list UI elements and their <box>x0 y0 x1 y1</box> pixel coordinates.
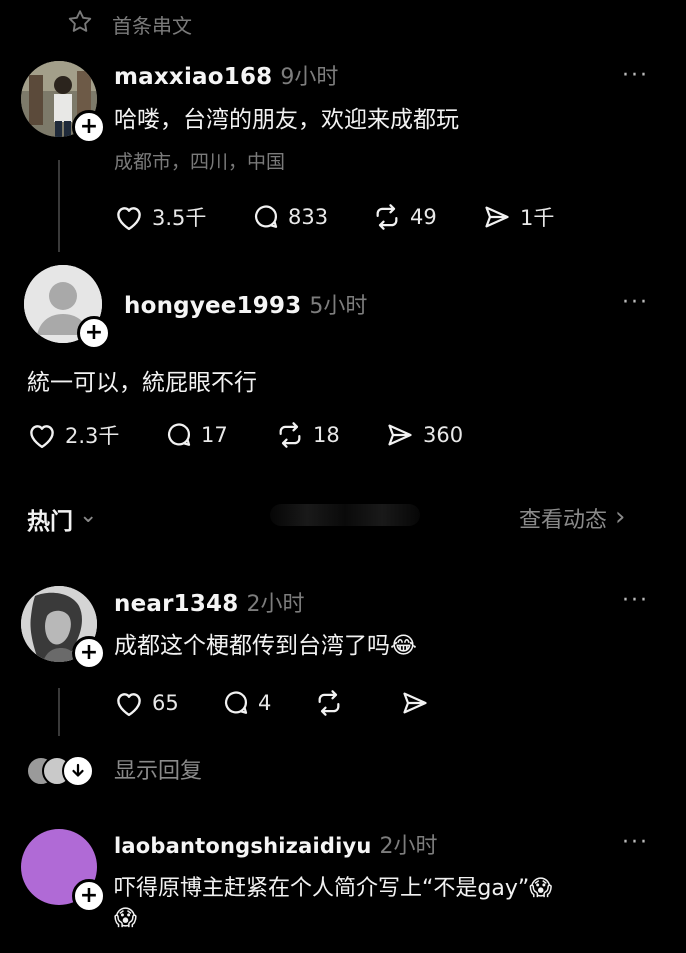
follow-plus-button[interactable]: + <box>72 110 106 144</box>
view-activity-label: 查看动态 <box>519 508 608 533</box>
more-options-button[interactable]: ··· <box>622 63 649 88</box>
follow-plus-button[interactable]: + <box>72 636 106 670</box>
follow-plus-button[interactable]: + <box>77 316 111 350</box>
repost-button[interactable]: 49 <box>372 202 482 232</box>
share-count: 1千 <box>520 206 555 230</box>
view-activity-link[interactable]: 查看动态 › <box>519 502 625 534</box>
like-count: 65 <box>152 691 179 715</box>
more-options-button[interactable]: ··· <box>622 830 649 855</box>
username[interactable]: hongyee1993 <box>124 293 301 319</box>
repost-icon <box>318 690 340 716</box>
sort-dropdown[interactable]: 热门 ⌄ <box>27 502 97 536</box>
location-text[interactable]: 成都市，四川，中国 <box>114 147 285 174</box>
send-icon <box>403 692 427 714</box>
comment-count: 4 <box>258 691 272 715</box>
show-replies-button[interactable]: 显示回复 <box>26 753 203 787</box>
repost-button[interactable] <box>314 689 400 717</box>
post-header: laobantongshizaidiyu 2小时 <box>114 828 438 860</box>
like-count: 2.3千 <box>65 424 120 448</box>
action-bar: 2.3千 17 18 360 <box>27 420 485 450</box>
repost-icon <box>279 422 301 448</box>
post-text: 統一可以，統屁眼不行 <box>27 370 257 396</box>
like-count: 3.5千 <box>152 206 207 230</box>
comment-icon <box>225 691 248 714</box>
comment-button[interactable]: 4 <box>222 689 314 717</box>
comment-icon <box>255 205 278 228</box>
send-icon <box>485 206 509 228</box>
timestamp: 2小时 <box>246 592 305 617</box>
thread-line <box>58 688 60 736</box>
timestamp: 5小时 <box>309 294 368 319</box>
thread-line <box>58 160 60 252</box>
show-replies-label: 显示回复 <box>114 759 203 784</box>
comment-button[interactable]: 17 <box>165 420 275 450</box>
post-text: 成都这个梗都传到台湾了吗😂 <box>114 633 417 659</box>
chevron-right-icon: › <box>615 501 626 532</box>
more-options-button[interactable]: ··· <box>622 588 649 613</box>
username[interactable]: maxxiao168 <box>114 64 272 90</box>
heart-icon <box>30 425 54 449</box>
username[interactable]: near1348 <box>114 591 238 617</box>
comment-count: 17 <box>201 423 228 447</box>
blurred-placeholder <box>270 504 420 526</box>
post-header: hongyee1993 5小时 <box>124 288 367 320</box>
send-icon <box>388 424 412 446</box>
repost-button[interactable]: 18 <box>275 420 385 450</box>
post-header: maxxiao168 9小时 <box>114 59 338 91</box>
star-icon[interactable] <box>66 8 94 40</box>
more-options-button[interactable]: ··· <box>622 290 649 315</box>
section-title: 热门 <box>27 509 73 535</box>
username[interactable]: laobantongshizaidiyu <box>114 834 372 858</box>
post-text-continued: 😱 <box>114 906 137 931</box>
action-bar: 65 4 <box>114 689 460 717</box>
reply-avatars <box>26 754 96 787</box>
header-label: 首条串文 <box>112 13 192 38</box>
comment-button[interactable]: 833 <box>252 202 372 232</box>
repost-count: 49 <box>410 205 437 229</box>
timestamp: 2小时 <box>379 834 438 859</box>
chevron-down-icon: ⌄ <box>79 502 98 528</box>
header-row: 首条串文 <box>66 8 192 40</box>
repost-count: 18 <box>313 423 340 447</box>
share-button[interactable] <box>400 689 460 717</box>
arrow-down-icon <box>62 755 94 787</box>
share-button[interactable]: 1千 <box>482 202 582 232</box>
share-button[interactable]: 360 <box>385 420 485 450</box>
comment-count: 833 <box>288 205 329 229</box>
like-button[interactable]: 65 <box>114 689 222 717</box>
like-button[interactable]: 3.5千 <box>114 202 252 232</box>
share-count: 360 <box>423 423 464 447</box>
post-text: 吓得原博主赶紧在个人简介写上“不是gay”😱 <box>114 876 553 901</box>
post-text: 哈喽，台湾的朋友，欢迎来成都玩 <box>114 107 459 133</box>
follow-plus-button[interactable]: + <box>72 879 106 913</box>
heart-icon <box>117 207 141 231</box>
action-bar: 3.5千 833 49 1千 <box>114 202 582 232</box>
heart-icon <box>117 693 141 717</box>
like-button[interactable]: 2.3千 <box>27 420 165 450</box>
repost-icon <box>376 204 398 230</box>
timestamp: 9小时 <box>280 65 339 90</box>
comment-icon <box>168 423 191 446</box>
post-header: near1348 2小时 <box>114 586 304 618</box>
